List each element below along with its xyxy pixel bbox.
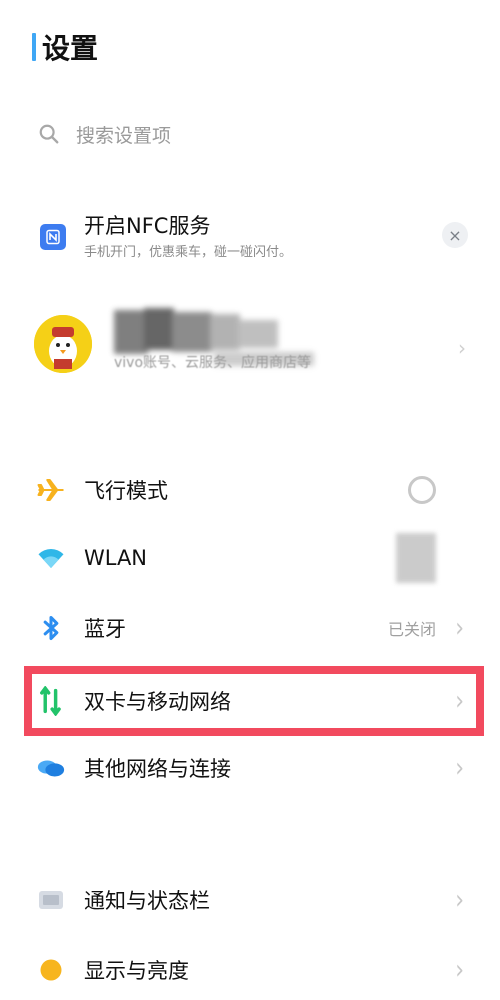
- settings-item-wlan[interactable]: WLAN: [0, 528, 500, 588]
- wlan-label: WLAN: [84, 546, 148, 570]
- page-header: 设置: [32, 30, 99, 65]
- settings-item-display[interactable]: 显示与亮度 ›: [0, 940, 500, 1000]
- bluetooth-icon: [36, 613, 66, 643]
- airplane-toggle[interactable]: [408, 476, 436, 504]
- display-label: 显示与亮度: [84, 959, 189, 983]
- wlan-status-redacted: [396, 533, 436, 583]
- airplane-label: 飞行模式: [84, 479, 168, 503]
- notifications-label: 通知与状态栏: [84, 889, 210, 913]
- search-placeholder: 搜索设置项: [76, 124, 172, 147]
- link-icon: [36, 753, 66, 783]
- close-icon[interactable]: ×: [442, 222, 468, 248]
- avatar: [34, 315, 92, 373]
- account-subtitle: vivo账号、云服务、应用商店等: [114, 355, 312, 371]
- chevron-right-icon: ›: [458, 336, 466, 360]
- chevron-right-icon: ›: [455, 885, 464, 915]
- wifi-icon: [36, 543, 66, 573]
- bluetooth-status: 已关闭: [387, 620, 436, 639]
- settings-item-bluetooth[interactable]: 蓝牙 已关闭 ›: [0, 598, 500, 658]
- title-accent-bar: [32, 33, 36, 61]
- search-icon: [39, 124, 59, 144]
- chevron-right-icon: ›: [455, 613, 464, 643]
- other-networks-label: 其他网络与连接: [84, 757, 231, 781]
- nfc-subtitle: 手机开门，优惠乘车，碰一碰闪付。: [84, 245, 293, 260]
- bluetooth-label: 蓝牙: [84, 617, 126, 641]
- settings-item-other-networks[interactable]: 其他网络与连接 ›: [0, 738, 500, 798]
- chevron-right-icon: ›: [455, 955, 464, 985]
- notification-icon: [36, 885, 66, 915]
- airplane-icon: [36, 475, 66, 505]
- nfc-icon: [40, 224, 66, 250]
- settings-item-airplane[interactable]: 飞行模式: [0, 460, 500, 520]
- page-title: 设置: [42, 32, 99, 65]
- highlight-frame: [24, 666, 484, 736]
- search-bar[interactable]: 搜索设置项: [38, 118, 171, 150]
- settings-item-notifications[interactable]: 通知与状态栏 ›: [0, 870, 500, 930]
- chevron-right-icon: ›: [455, 753, 464, 783]
- nfc-promo-card[interactable]: 开启NFC服务 手机开门，优惠乘车，碰一碰闪付。 ×: [40, 210, 470, 266]
- nfc-title: 开启NFC服务: [84, 214, 211, 238]
- brightness-icon: [36, 955, 66, 985]
- account-card[interactable]: vivo账号、云服务、应用商店等 ›: [34, 300, 474, 390]
